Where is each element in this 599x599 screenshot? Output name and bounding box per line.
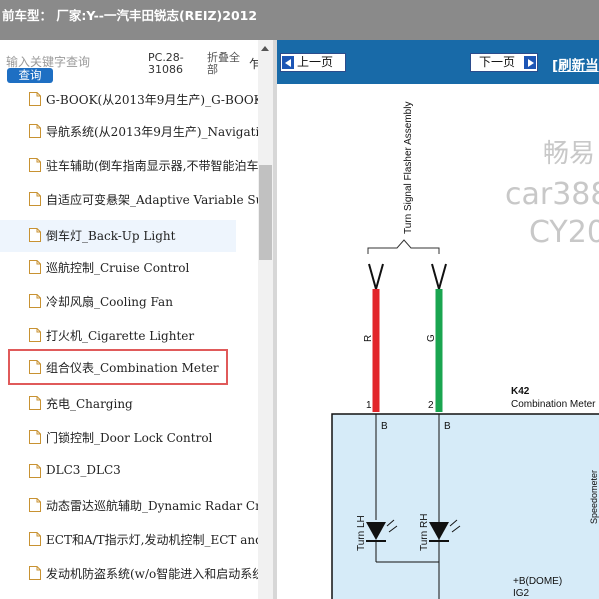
tree-item[interactable]: 动态雷达巡航辅助_Dynamic Radar Cruise	[0, 492, 258, 520]
file-icon	[29, 396, 41, 410]
search-button[interactable]: 查询	[7, 68, 53, 83]
power-label-ig2: IG2	[513, 588, 530, 599]
file-icon	[29, 192, 41, 206]
scroll-up-arrow-icon[interactable]	[261, 46, 269, 51]
prev-arrow-icon	[282, 56, 294, 69]
tree-item[interactable]: ECT和A/T指示灯,发动机控制_ECT and	[0, 526, 258, 554]
tree-item-label: ECT和A/T指示灯,发动机控制_ECT and	[46, 533, 258, 547]
tree-item-label: 冷却风扇_Cooling Fan	[46, 295, 173, 309]
tree-item-label: G-BOOK(从2013年9月生产)_G-BOOK	[46, 93, 258, 107]
tree-item[interactable]: 发动机防盗系统(w/o智能进入和启动系统	[0, 560, 258, 588]
tree-item-label: 巡航控制_Cruise Control	[46, 261, 190, 275]
tree-item[interactable]: 导航系统(从2013年9月生产)_Navigation	[0, 118, 258, 146]
turn-rh-label: Turn RH	[419, 514, 430, 551]
file-icon	[29, 360, 41, 374]
file-icon	[29, 228, 41, 242]
left-panel: 查询 PC.28-31086 折叠全部 乍 G-BOOK(从2013年9月生产)…	[0, 40, 275, 599]
speedometer-label: Speedometer	[589, 470, 599, 524]
file-icon	[29, 92, 41, 106]
component-bracket	[367, 239, 440, 254]
tree-item-label: 驻车辅助(倒车指南显示器,不带智能泊车	[46, 159, 258, 173]
file-icon	[29, 294, 41, 308]
file-icon	[29, 430, 41, 444]
file-icon	[29, 260, 41, 274]
connector-chevron-right	[431, 263, 447, 293]
diagram-panel: 上一页 下一页 [刷新当 畅易 car388 CY20 Turn Signal …	[277, 40, 599, 599]
tree-item-label: 充电_Charging	[46, 397, 133, 411]
tree-item-label: 动态雷达巡航辅助_Dynamic Radar Cruise	[46, 499, 258, 513]
tree-item-label: 发动机防盗系统(w/o智能进入和启动系统	[46, 567, 258, 581]
tree-item-label: DLC3_DLC3	[46, 463, 121, 477]
combination-meter-box	[331, 413, 599, 599]
tree-item[interactable]: 巡航控制_Cruise Control	[0, 254, 258, 282]
tree-item[interactable]: 冷却风扇_Cooling Fan	[0, 288, 258, 316]
file-icon	[29, 532, 41, 546]
file-icon	[29, 464, 41, 478]
prev-page-label: 上一页	[297, 55, 334, 69]
tree-item[interactable]: G-BOOK(从2013年9月生产)_G-BOOK	[0, 88, 258, 114]
tree-item-label: 组合仪表_Combination Meter	[46, 361, 219, 375]
tree-item-label: 倒车灯_Back-Up Light	[46, 229, 176, 243]
file-icon	[29, 566, 41, 580]
search-area: 查询 PC.28-31086 折叠全部 乍	[0, 40, 275, 88]
pc-code: PC.28-31086	[148, 51, 184, 76]
turn-lh-label: Turn LH	[356, 515, 367, 551]
tree-item-label: 打火机_Cigarette Lighter	[46, 329, 195, 343]
refresh-link[interactable]: [刷新当	[552, 54, 599, 74]
tree-item-selected[interactable]: 组合仪表_Combination Meter	[8, 349, 228, 385]
terminal-b-2: B	[444, 421, 451, 432]
scroll-thumb[interactable]	[259, 165, 272, 260]
file-icon	[29, 498, 41, 512]
tree-item[interactable]: 门锁控制_Door Lock Control	[0, 424, 258, 452]
file-icon	[29, 158, 41, 172]
tree-item-label: 自适应可变悬架_Adaptive Variable Suspension	[46, 193, 258, 207]
watermark-text-2: car388	[505, 177, 599, 212]
tree-item[interactable]: 充电_Charging	[0, 390, 258, 418]
prev-page-button[interactable]: 上一页	[280, 53, 346, 72]
wiring-diagram: 畅易 car388 CY20 Turn Signal Flasher Assem…	[331, 102, 599, 599]
connector-id: K42	[511, 386, 530, 397]
terminal-b-1: B	[381, 421, 388, 432]
tree-list: G-BOOK(从2013年9月生产)_G-BOOK 导航系统(从2013年9月生…	[0, 88, 258, 599]
tree-item[interactable]: DLC3_DLC3	[0, 458, 258, 486]
wire-g-label: G	[426, 334, 437, 342]
connector-name: Combination Meter	[511, 399, 596, 410]
watermark-text-1: 畅易	[543, 139, 595, 169]
tree-item[interactable]: 倒车灯_Back-Up Light	[0, 220, 236, 252]
wire-r-label: R	[363, 335, 374, 342]
tree-item[interactable]: 打火机_Cigarette Lighter	[0, 322, 258, 350]
tree-item-label: 门锁控制_Door Lock Control	[46, 431, 213, 445]
tree-item-label: 导航系统(从2013年9月生产)_Navigation	[46, 125, 258, 139]
tree-item[interactable]: 自适应可变悬架_Adaptive Variable Suspension	[0, 186, 258, 214]
pin-2: 2	[428, 400, 434, 411]
file-icon	[29, 328, 41, 342]
next-page-label: 下一页	[479, 55, 516, 69]
tree-scrollbar[interactable]	[258, 40, 273, 599]
turn-signal-label: Turn Signal Flasher Assembly	[403, 102, 414, 234]
next-page-button[interactable]: 下一页	[470, 53, 538, 72]
connector-chevron-left	[368, 263, 384, 293]
tree-item[interactable]: 驻车辅助(倒车指南显示器,不带智能泊车	[0, 152, 258, 180]
watermark-text-3: CY20	[529, 215, 599, 250]
collapse-all-link[interactable]: 折叠全部	[207, 52, 247, 76]
power-label-dome: +B(DOME)	[513, 576, 562, 587]
window-title: 前车型： 厂家:Y--一汽丰田锐志(REIZ)2012	[0, 0, 599, 40]
pin-1: 1	[366, 400, 372, 411]
next-arrow-icon	[524, 56, 536, 69]
file-icon	[29, 124, 41, 138]
page-toolbar: 上一页 下一页 [刷新当	[277, 40, 599, 84]
